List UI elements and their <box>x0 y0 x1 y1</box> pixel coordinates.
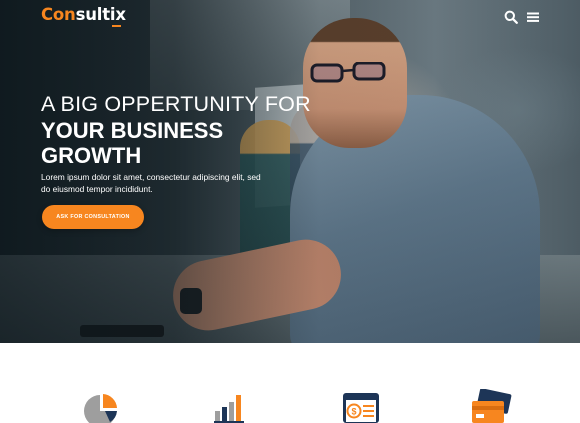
svg-text:$: $ <box>351 407 356 417</box>
hero-description: Lorem ipsum dolor sit amet, consectetur … <box>41 172 261 194</box>
services-section: $ <box>0 343 580 423</box>
consultation-button[interactable]: ASK FOR CONSULTATION <box>42 205 144 229</box>
logo[interactable]: Consultix <box>41 5 126 24</box>
logo-part-1: Con <box>41 5 76 24</box>
search-icon[interactable] <box>504 10 518 24</box>
logo-underline <box>112 25 121 27</box>
hero-heading-line-2: YOUR BUSINESS <box>41 118 224 143</box>
hero-heading-line-1: A BIG OPPERTUNITY FOR <box>41 92 311 116</box>
hero-heading-line-3: GROWTH <box>41 143 142 168</box>
invoice-icon: $ <box>343 393 379 423</box>
credit-card-icon <box>472 389 512 423</box>
pie-chart-icon <box>84 394 117 423</box>
menu-icon[interactable] <box>526 10 540 24</box>
bar-chart-icon <box>214 395 244 423</box>
logo-part-2: sultix <box>75 5 126 24</box>
